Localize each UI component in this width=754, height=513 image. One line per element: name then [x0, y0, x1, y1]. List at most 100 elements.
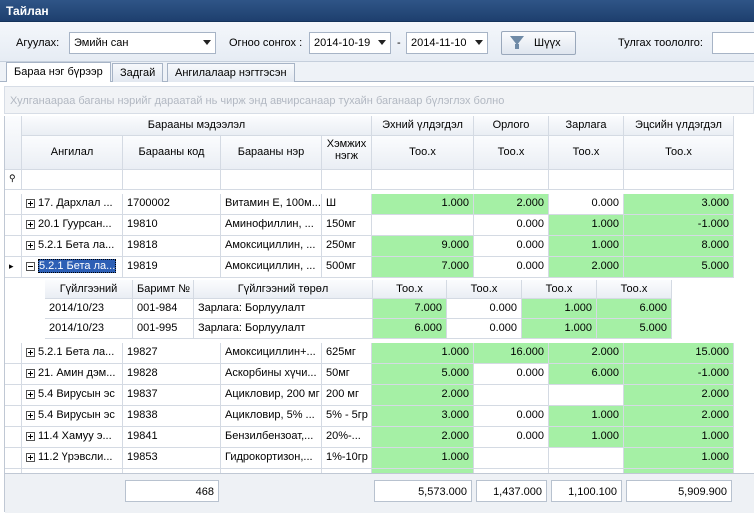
- col-header-name[interactable]: Барааны нэр: [221, 136, 322, 170]
- table-cell-code[interactable]: 19841: [123, 427, 221, 448]
- table-cell-cat[interactable]: 5.2.1 Бета ла...: [22, 236, 123, 257]
- filter-cell-unit[interactable]: [322, 170, 372, 190]
- table-cell-end[interactable]: 1.000: [624, 448, 734, 469]
- table-cell-name[interactable]: Аминофиллин, ...: [221, 215, 322, 236]
- detail-cell-q3[interactable]: 1.000: [522, 299, 597, 319]
- filter-cell-name[interactable]: [221, 170, 322, 190]
- table-cell-unit[interactable]: 250мг: [322, 236, 372, 257]
- table-cell-end[interactable]: 2.000: [624, 385, 734, 406]
- table-cell-in[interactable]: 0.000: [474, 215, 549, 236]
- table-cell-start[interactable]: [372, 215, 474, 236]
- table-cell-cat[interactable]: 5.2.1 Бета ла...: [22, 257, 123, 278]
- filter-cell-in[interactable]: [474, 170, 549, 190]
- chevron-down-icon[interactable]: [203, 40, 211, 45]
- table-cell-unit[interactable]: 50мг: [322, 364, 372, 385]
- detail-cell-q2[interactable]: 0.000: [447, 319, 522, 339]
- table-cell-name[interactable]: Амоксициллин, ...: [221, 236, 322, 257]
- table-cell-start[interactable]: 1.000: [372, 343, 474, 364]
- filter-cell-end[interactable]: [624, 170, 734, 190]
- table-cell-end[interactable]: -1.000: [624, 215, 734, 236]
- table-cell-cat[interactable]: 11.4 Хамуу э...: [22, 427, 123, 448]
- detail-cell-type[interactable]: Зарлага: Борлуулалт: [194, 319, 373, 339]
- filter-button[interactable]: Шүүх: [501, 31, 576, 55]
- table-cell-code[interactable]: 19838: [123, 406, 221, 427]
- table-cell-out[interactable]: 2.000: [549, 343, 624, 364]
- table-cell-start[interactable]: 9.000: [372, 236, 474, 257]
- collapse-icon[interactable]: [26, 261, 35, 271]
- detail-header-q1[interactable]: Тоо.х: [373, 280, 447, 299]
- detail-cell-q2[interactable]: 0.000: [447, 299, 522, 319]
- detail-cell-date[interactable]: 2014/10/23: [45, 299, 133, 319]
- detail-cell-doc[interactable]: 001-995: [133, 319, 194, 339]
- table-cell-out[interactable]: 1.000: [549, 406, 624, 427]
- table-cell-code[interactable]: 19853: [123, 448, 221, 469]
- table-cell-end[interactable]: -1.000: [624, 364, 734, 385]
- table-cell-start[interactable]: 1.000: [372, 194, 474, 215]
- warehouse-select[interactable]: Эмийн сан: [69, 32, 216, 54]
- table-cell-out[interactable]: 1.000: [549, 427, 624, 448]
- table-cell-name[interactable]: Бензилбензоат,...: [221, 427, 322, 448]
- count-input[interactable]: [712, 32, 754, 54]
- col-header-in-qty[interactable]: Тоо.х: [474, 136, 549, 170]
- detail-cell-q4[interactable]: 5.000: [597, 319, 672, 339]
- table-cell-out[interactable]: 6.000: [549, 364, 624, 385]
- table-cell-unit[interactable]: 5% - 5гр: [322, 406, 372, 427]
- col-header-code[interactable]: Барааны код: [123, 136, 221, 170]
- filter-cell-out[interactable]: [549, 170, 624, 190]
- table-cell-cat[interactable]: 20.1 Гуурсан...: [22, 215, 123, 236]
- table-cell-cat[interactable]: 11.2 Үрэвсли...: [22, 448, 123, 469]
- col-header-category[interactable]: Ангилал: [22, 136, 123, 170]
- table-cell-start[interactable]: 2.000: [372, 427, 474, 448]
- table-cell-end[interactable]: 2.000: [624, 406, 734, 427]
- table-cell-unit[interactable]: 150мг: [322, 215, 372, 236]
- table-cell-in[interactable]: 2.000: [474, 194, 549, 215]
- table-cell-code[interactable]: 19810: [123, 215, 221, 236]
- detail-cell-q4[interactable]: 6.000: [597, 299, 672, 319]
- table-cell-in[interactable]: 0.000: [474, 406, 549, 427]
- table-cell-name[interactable]: Амоксициллин, ...: [221, 257, 322, 278]
- table-cell-in[interactable]: 0.000: [474, 427, 549, 448]
- table-cell-name[interactable]: Витамин Е, 100м...: [221, 194, 322, 215]
- table-cell-start[interactable]: 1.000: [372, 448, 474, 469]
- table-cell-code[interactable]: 1700002: [123, 194, 221, 215]
- table-cell-code[interactable]: 19828: [123, 364, 221, 385]
- table-cell-end[interactable]: 5.000: [624, 257, 734, 278]
- table-cell-cat[interactable]: 5.4 Вирусын эс: [22, 406, 123, 427]
- table-cell-start[interactable]: 5.000: [372, 364, 474, 385]
- chevron-down-icon[interactable]: [378, 40, 386, 45]
- expand-icon[interactable]: [26, 389, 35, 399]
- table-cell-unit[interactable]: 20%-...: [322, 427, 372, 448]
- date-from-picker[interactable]: 2014-10-19: [309, 32, 391, 54]
- detail-cell-date[interactable]: 2014/10/23: [45, 319, 133, 339]
- table-cell-out[interactable]: 0.000: [549, 194, 624, 215]
- table-cell-start[interactable]: 2.000: [372, 385, 474, 406]
- table-cell-end[interactable]: 15.000: [624, 343, 734, 364]
- col-header-start-qty[interactable]: Тоо.х: [372, 136, 474, 170]
- tab-loose[interactable]: Задгай: [112, 63, 164, 82]
- filter-cell-start[interactable]: [372, 170, 474, 190]
- col-header-out-qty[interactable]: Тоо.х: [549, 136, 624, 170]
- table-cell-cat[interactable]: 21. Амин дэм...: [22, 364, 123, 385]
- detail-header-q4[interactable]: Тоо.х: [597, 280, 672, 299]
- table-cell-end[interactable]: 3.000: [624, 194, 734, 215]
- detail-header-q2[interactable]: Тоо.х: [447, 280, 522, 299]
- detail-header-type[interactable]: Гүйлгээний төрөл: [194, 280, 373, 299]
- col-header-unit[interactable]: Хэмжих нэгж: [322, 136, 372, 170]
- table-cell-out[interactable]: 2.000: [549, 257, 624, 278]
- tab-by-category[interactable]: Ангилалаар нэгтгэсэн: [167, 63, 295, 82]
- table-cell-code[interactable]: 19837: [123, 385, 221, 406]
- tab-per-item[interactable]: Бараа нэг бүрээр: [6, 62, 111, 82]
- expand-icon[interactable]: [26, 368, 35, 378]
- table-cell-out[interactable]: [549, 385, 624, 406]
- table-cell-unit[interactable]: 1%-10гр: [322, 448, 372, 469]
- table-cell-in[interactable]: 0.000: [474, 257, 549, 278]
- detail-header-q3[interactable]: Тоо.х: [522, 280, 597, 299]
- table-cell-out[interactable]: 1.000: [549, 215, 624, 236]
- detail-header-doc[interactable]: Баримт №: [133, 280, 194, 299]
- expand-icon[interactable]: [26, 431, 35, 441]
- detail-cell-doc[interactable]: 001-984: [133, 299, 194, 319]
- detail-header-date[interactable]: Гүйлгээний: [45, 280, 133, 299]
- table-cell-cat[interactable]: 5.2.1 Бета ла...: [22, 343, 123, 364]
- detail-cell-q1[interactable]: 6.000: [373, 319, 447, 339]
- group-by-panel[interactable]: Хулганаараа баганы нэрийг дараатай нь чи…: [4, 86, 754, 114]
